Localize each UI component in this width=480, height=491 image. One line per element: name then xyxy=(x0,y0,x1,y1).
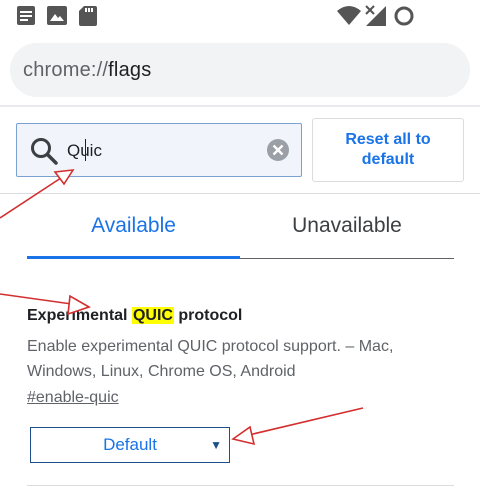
tab-available[interactable]: Available xyxy=(27,210,240,246)
image-icon xyxy=(47,6,67,25)
annotation-arrow-select xyxy=(231,407,364,446)
clear-search-icon[interactable] xyxy=(266,138,290,162)
flag-state-select[interactable]: Default ▼ xyxy=(30,427,230,463)
active-tab-indicator xyxy=(27,256,240,259)
flag-anchor-link[interactable]: #enable-quic xyxy=(27,389,119,407)
address-bar[interactable]: chrome://flags xyxy=(10,43,470,97)
tab-unavailable[interactable]: Unavailable xyxy=(240,210,454,246)
search-icon xyxy=(31,138,58,165)
flag-title-before: Experimental xyxy=(27,307,132,324)
flag-title-after: protocol xyxy=(173,307,243,324)
tab-underline xyxy=(240,258,454,259)
url-scheme: chrome:// xyxy=(23,58,109,81)
status-bar xyxy=(0,0,480,34)
toolbar-divider xyxy=(0,105,480,107)
sync-circle-icon xyxy=(394,6,414,26)
flag-select-value: Default xyxy=(103,435,157,454)
signal-icon xyxy=(365,5,386,26)
header-divider xyxy=(0,193,480,194)
search-input[interactable] xyxy=(67,137,257,165)
reset-all-button[interactable]: Reset all to default xyxy=(312,118,464,182)
notes-icon xyxy=(17,6,35,25)
flag-title-highlight: QUIC xyxy=(131,307,174,324)
flag-title: Experimental QUIC protocol xyxy=(27,307,242,325)
dropdown-arrow-icon: ▼ xyxy=(210,438,222,452)
flag-description: Enable experimental QUIC protocol suppor… xyxy=(27,338,394,380)
url-host: flags xyxy=(108,58,152,81)
text-caret xyxy=(85,139,86,161)
search-box[interactable] xyxy=(16,123,302,177)
wifi-icon xyxy=(337,6,361,25)
sd-card-icon xyxy=(79,6,97,26)
flag-divider xyxy=(27,485,454,486)
